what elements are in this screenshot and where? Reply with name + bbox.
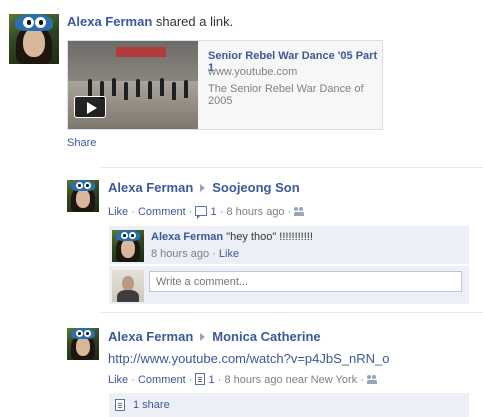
comment-count[interactable]: 1: [209, 374, 215, 386]
story-body-link[interactable]: http://www.youtube.com/watch?v=p4JbS_nRN…: [108, 351, 389, 366]
avatar[interactable]: [9, 14, 59, 64]
comment-icon: [195, 373, 206, 385]
comment-link[interactable]: Comment: [138, 206, 186, 218]
story-actions: Like · Comment · 1 · 8 hours ago near Ne…: [108, 373, 378, 386]
comment-like-link[interactable]: Like: [219, 248, 239, 260]
privacy-friends-icon[interactable]: [366, 375, 378, 384]
like-link[interactable]: Like: [108, 374, 128, 386]
comment-count[interactable]: 1: [211, 206, 217, 218]
comment-meta: 8 hours ago · Like: [151, 248, 239, 260]
share-count-link[interactable]: 1 share: [133, 399, 170, 411]
divider: [100, 312, 483, 313]
story-author-link[interactable]: Alexa Ferman: [108, 180, 193, 195]
share-count-box: 1 share: [109, 393, 469, 417]
post-author-link[interactable]: Alexa Ferman: [67, 14, 152, 29]
story-header: Alexa Ferman Monica Catherine: [108, 329, 321, 345]
comment-link[interactable]: Comment: [138, 374, 186, 386]
share-icon: [115, 399, 125, 411]
video-thumbnail[interactable]: [68, 41, 198, 129]
avatar[interactable]: [112, 230, 144, 262]
separator-dot: ·: [188, 374, 193, 386]
separator-dot: ·: [219, 206, 224, 218]
like-link[interactable]: Like: [108, 206, 128, 218]
comment-item: Alexa Ferman "hey thoo" !!!!!!!!!!! 8 ho…: [109, 226, 469, 264]
comment-body: Alexa Ferman "hey thoo" !!!!!!!!!!!: [151, 231, 313, 243]
story-target-link[interactable]: Monica Catherine: [212, 329, 320, 344]
separator-dot: ·: [287, 206, 292, 218]
story-target-link[interactable]: Soojeong Son: [212, 180, 299, 195]
timestamp[interactable]: 8 hours ago: [226, 206, 284, 218]
separator-dot: ·: [217, 374, 222, 386]
divider: [100, 167, 483, 168]
play-icon[interactable]: [74, 96, 106, 118]
post-header: Alexa Ferman shared a link.: [67, 14, 233, 30]
story-header: Alexa Ferman Soojeong Son: [108, 180, 300, 196]
comment-icon: [195, 206, 208, 219]
avatar: [112, 270, 144, 302]
comment-text: "hey thoo" !!!!!!!!!!!: [226, 231, 313, 243]
story-author-link[interactable]: Alexa Ferman: [108, 329, 193, 344]
avatar[interactable]: [67, 180, 99, 212]
link-domain: www.youtube.com: [208, 66, 298, 78]
privacy-friends-icon[interactable]: [294, 207, 305, 216]
separator-dot: ·: [131, 206, 135, 218]
avatar[interactable]: [67, 328, 99, 360]
arrow-right-icon: [200, 184, 206, 193]
separator-dot: ·: [188, 206, 193, 218]
link-attachment[interactable]: Senior Rebel War Dance '05 Part 1 www.yo…: [67, 40, 383, 130]
post-action-text: shared a link.: [155, 14, 234, 29]
arrow-right-icon: [200, 333, 206, 342]
separator-dot: ·: [212, 248, 216, 260]
separator-dot: ·: [360, 374, 364, 386]
separator-dot: ·: [131, 374, 135, 386]
comment-author-link[interactable]: Alexa Ferman: [151, 231, 223, 243]
comment-timestamp[interactable]: 8 hours ago: [151, 248, 209, 260]
story-actions: Like · Comment · 1 · 8 hours ago ·: [108, 206, 305, 219]
link-description: The Senior Rebel War Dance of 2005: [208, 83, 364, 107]
comment-input[interactable]: [149, 271, 462, 292]
share-link[interactable]: Share: [67, 137, 96, 149]
timestamp[interactable]: 8 hours ago near New York: [224, 374, 357, 386]
